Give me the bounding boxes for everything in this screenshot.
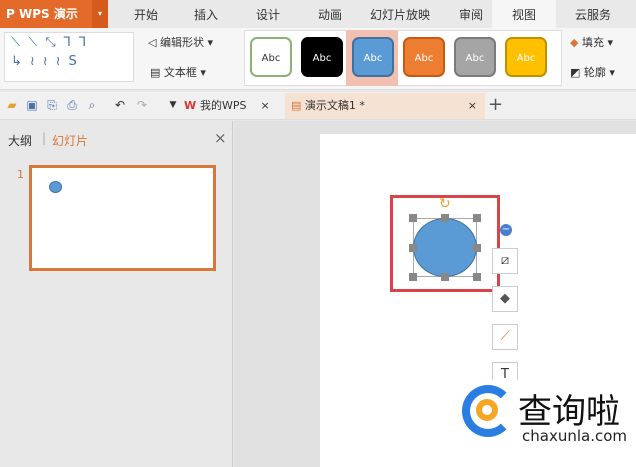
shape-style-float-button[interactable]: ⧄ xyxy=(492,248,518,274)
shape-style-4[interactable]: Abc xyxy=(403,37,445,77)
resize-handle[interactable] xyxy=(409,273,417,281)
edit-shape-icon: ◁ xyxy=(148,36,160,49)
tab-outline[interactable]: 大纲 xyxy=(8,132,32,149)
new-tab-button[interactable]: + xyxy=(488,94,503,115)
customize-dropdown-icon[interactable]: ▼ xyxy=(166,98,180,112)
tab-slideshow[interactable]: 幻灯片放映 xyxy=(362,0,438,28)
resize-handle[interactable] xyxy=(473,244,481,252)
textbox-button[interactable]: ▤ 文本框 ▾ xyxy=(150,64,206,80)
edit-shape-button[interactable]: ◁ 编辑形状 ▾ xyxy=(148,34,213,50)
thumbnail-ellipse xyxy=(49,181,62,193)
fill-float-button[interactable]: ◆ xyxy=(492,286,518,312)
line-shape-icons[interactable]: ⟍⟍⤡⅂⅂ xyxy=(5,33,133,52)
outline-button[interactable]: ◩ 轮廓 ▾ xyxy=(570,64,615,80)
close-tab-icon[interactable]: × xyxy=(260,99,269,112)
watermark-brand: 查询啦 xyxy=(518,392,620,432)
resize-handle[interactable] xyxy=(441,273,449,281)
tab-review[interactable]: 审阅 xyxy=(446,0,496,28)
shape-style-3[interactable]: Abc xyxy=(352,37,394,77)
textbox-icon: ▤ xyxy=(150,66,164,79)
line-shapes-gallery[interactable]: ⟍⟍⤡⅂⅂ ↳≀≀≀S xyxy=(4,32,134,82)
redo-icon[interactable]: ↷ xyxy=(135,98,149,112)
resize-handle[interactable] xyxy=(473,273,481,281)
connector-shape-icons[interactable]: ↳≀≀≀S xyxy=(5,52,133,71)
slide-thumbnail[interactable] xyxy=(29,165,216,271)
tab-start[interactable]: 开始 xyxy=(120,0,172,28)
doc-tab-mywps[interactable]: W 我的WPS × xyxy=(184,93,284,119)
tab-view[interactable]: 视图 xyxy=(492,0,556,28)
open-icon[interactable]: ▰ xyxy=(5,98,19,112)
app-menu-button[interactable]: P WPS 演示 xyxy=(0,0,92,28)
slide-number: 1 xyxy=(17,168,24,181)
close-tab-icon[interactable]: × xyxy=(468,93,477,119)
tab-insert[interactable]: 插入 xyxy=(180,0,232,28)
collapse-icon[interactable]: − xyxy=(500,224,512,236)
ellipse-shape[interactable] xyxy=(413,218,477,277)
tab-slides[interactable]: 幻灯片 xyxy=(52,132,88,149)
shape-style-2[interactable]: Abc xyxy=(301,37,343,77)
outline-float-button[interactable]: ⟋ xyxy=(492,324,518,350)
outline-icon: ◩ xyxy=(570,66,584,79)
export-icon[interactable]: ⎘ xyxy=(45,98,59,112)
resize-handle[interactable] xyxy=(473,214,481,222)
close-panel-icon[interactable]: × xyxy=(214,129,227,147)
shape-style-1[interactable]: Abc xyxy=(250,37,292,77)
wps-logo-icon: W xyxy=(184,99,200,112)
print-icon[interactable]: ⎙ xyxy=(65,98,79,112)
tab-animation[interactable]: 动画 xyxy=(304,0,356,28)
app-menu-dropdown[interactable]: ▾ xyxy=(92,0,108,28)
shape-style-6[interactable]: Abc xyxy=(505,37,547,77)
tab-design[interactable]: 设计 xyxy=(242,0,294,28)
divider: | xyxy=(42,131,47,145)
ppt-file-icon: ▤ xyxy=(291,99,305,112)
resize-handle[interactable] xyxy=(409,214,417,222)
save-icon[interactable]: ▣ xyxy=(25,98,39,112)
watermark-magnifier-icon xyxy=(476,399,498,421)
text-float-button[interactable]: T xyxy=(492,362,518,382)
doc-tab-presentation[interactable]: ▤ 演示文稿1 * × xyxy=(285,93,485,119)
print-preview-icon[interactable]: ⌕ xyxy=(85,98,99,112)
tab-cloud[interactable]: 云服务 xyxy=(562,0,624,28)
watermark-url: chaxunla.com xyxy=(522,427,627,445)
rotate-handle-icon[interactable]: ↻ xyxy=(439,196,451,212)
fill-button[interactable]: ◆ 填充 ▾ xyxy=(570,34,613,50)
fill-icon: ◆ xyxy=(570,36,582,49)
resize-handle[interactable] xyxy=(441,214,449,222)
resize-handle[interactable] xyxy=(409,244,417,252)
undo-icon[interactable]: ↶ xyxy=(113,98,127,112)
shape-style-5[interactable]: Abc xyxy=(454,37,496,77)
